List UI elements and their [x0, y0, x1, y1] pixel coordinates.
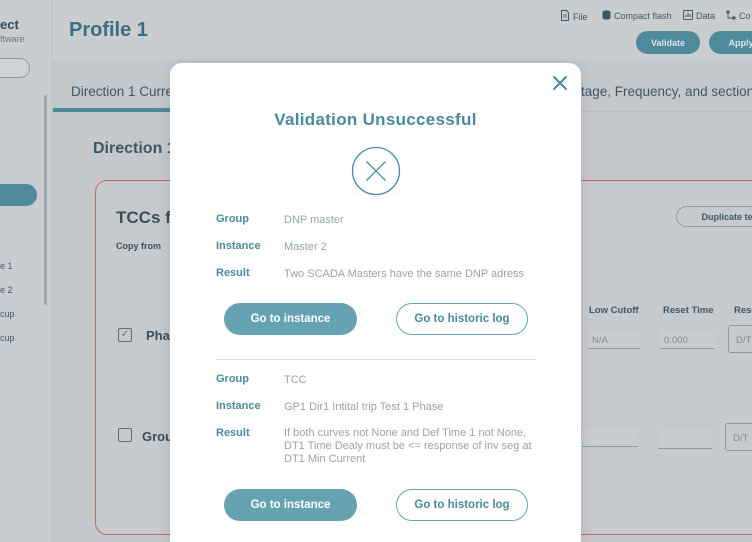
network-link[interactable]: Co: [726, 10, 751, 22]
page-title: Profile 1: [69, 19, 148, 41]
sidebar-select[interactable]: [0, 58, 30, 78]
sidebar-active-item[interactable]: [0, 184, 37, 206]
column-header-reset: Rese: [734, 305, 752, 316]
tab-direction-1[interactable]: Direction 1 Curre: [71, 84, 173, 99]
column-header-reset-time: Reset Time: [663, 305, 714, 316]
ground-checkbox[interactable]: [118, 428, 132, 442]
network-icon: [726, 10, 736, 22]
phase-checkbox[interactable]: ✓: [118, 328, 132, 342]
network-link-label: Co: [739, 11, 751, 21]
result-label: Result: [216, 267, 250, 279]
validation-modal: Validation Unsuccessful Group DNP master…: [170, 63, 581, 542]
phase-reset-time[interactable]: 0.000: [660, 330, 714, 349]
duplicate-test-button[interactable]: Duplicate test: [676, 206, 752, 227]
group-value: TCC: [284, 374, 307, 386]
go-to-instance-button[interactable]: Go to instance: [224, 303, 357, 335]
sidebar-item[interactable]: cup: [0, 333, 15, 343]
instance-label: Instance: [216, 240, 261, 252]
instance-label: Instance: [216, 400, 261, 412]
result-value: If both curves not None and Def Time 1 n…: [284, 427, 532, 465]
database-icon: [602, 10, 611, 22]
file-icon: [560, 10, 570, 23]
modal-title: Validation Unsuccessful: [274, 110, 477, 129]
instance-value: Master 2: [284, 241, 327, 253]
column-header-low-cutoff: Low Cutoff: [589, 305, 639, 316]
ground-dt-select[interactable]: D/T: [725, 423, 752, 451]
compact-flash-link-label: Compact flash: [614, 11, 672, 21]
divider: [216, 359, 536, 360]
compact-flash-link[interactable]: Compact flash: [602, 10, 672, 22]
ground-row-label: Grou: [142, 429, 174, 444]
go-to-historic-log-button[interactable]: Go to historic log: [396, 303, 528, 335]
data-link-label: Data: [696, 11, 716, 21]
chart-icon: [683, 10, 693, 22]
sidebar-item[interactable]: e 2: [0, 285, 13, 295]
file-link[interactable]: File: [560, 10, 588, 23]
sidebar-title: ect: [0, 17, 19, 32]
copy-from-label: Copy from: [116, 241, 161, 251]
direction-title: Direction 1: [93, 140, 176, 157]
apply-button[interactable]: Apply: [709, 31, 752, 54]
active-tab-indicator: [53, 108, 171, 112]
sidebar-scrollbar[interactable]: [44, 95, 47, 305]
tab-voltage-frequency[interactable]: tage, Frequency, and section: [581, 84, 752, 99]
sidebar-item[interactable]: cup: [0, 309, 15, 319]
error-circle-icon: [351, 146, 401, 196]
instance-value: GP1 Dir1 Intital trip Test 1 Phase: [284, 401, 444, 413]
go-to-historic-log-button[interactable]: Go to historic log: [396, 489, 528, 521]
close-icon[interactable]: [551, 74, 569, 92]
group-label: Group: [216, 373, 249, 385]
ground-low-cutoff[interactable]: [582, 428, 638, 447]
ground-reset-time[interactable]: [658, 430, 712, 449]
sidebar-item[interactable]: e 1: [0, 261, 13, 271]
phase-dt-select[interactable]: D/T: [728, 325, 752, 353]
top-bar: Profile 1 File Compact flash Data Co Val…: [53, 0, 752, 60]
group-value: DNP master: [284, 214, 344, 226]
file-link-label: File: [573, 11, 588, 22]
data-link[interactable]: Data: [683, 10, 715, 22]
go-to-instance-button[interactable]: Go to instance: [224, 489, 357, 521]
result-value: Two SCADA Masters have the same DNP adre…: [284, 268, 525, 280]
validate-button[interactable]: Validate: [636, 31, 700, 54]
sidebar: ect ftware e 1 e 2 cup cup: [0, 0, 53, 542]
result-label: Result: [216, 427, 250, 439]
group-label: Group: [216, 213, 249, 225]
sidebar-subtitle: ftware: [0, 34, 25, 44]
phase-low-cutoff[interactable]: N/A: [588, 330, 640, 349]
